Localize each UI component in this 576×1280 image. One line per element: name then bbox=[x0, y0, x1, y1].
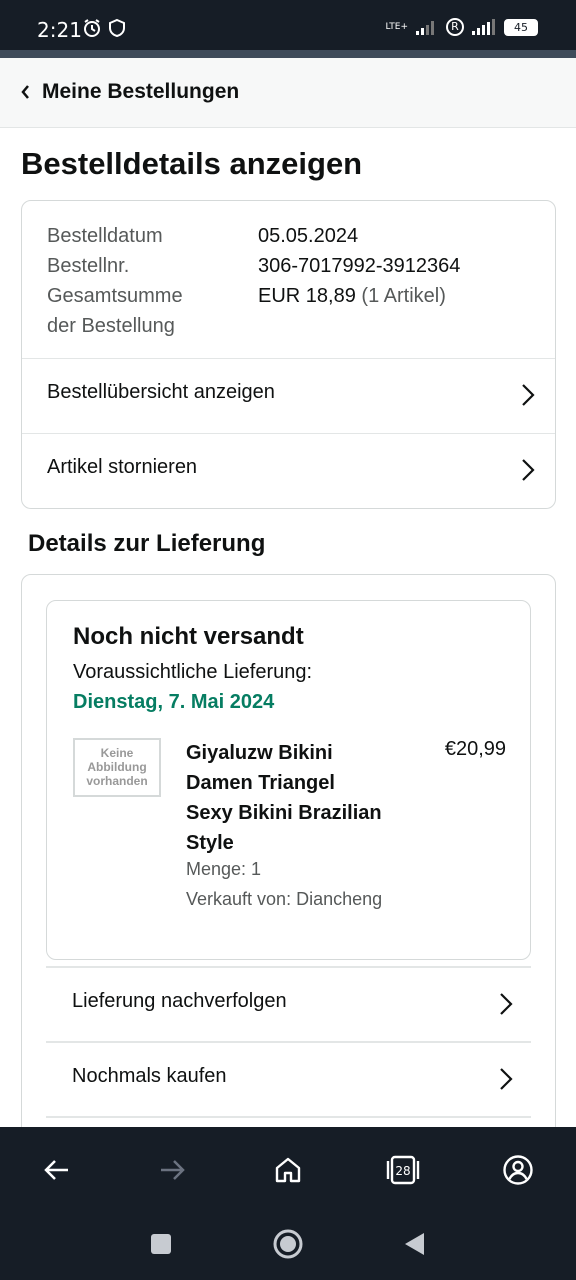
order-total-label-line1: Gesamtsumme bbox=[47, 285, 183, 307]
status-time: 2:21 bbox=[37, 18, 82, 42]
no-image-line3: vorhanden bbox=[86, 774, 148, 788]
status-bar: 2:21 LTE+ R 45 bbox=[0, 0, 576, 50]
arrow-left-icon bbox=[44, 1160, 68, 1180]
eta-date: Dienstag, 7. Mai 2024 bbox=[73, 691, 275, 713]
page-title: Bestelldetails anzeigen bbox=[21, 146, 363, 181]
track-delivery-label: Lieferung nachverfolgen bbox=[72, 990, 287, 1012]
triangle-back-icon bbox=[405, 1233, 424, 1255]
buy-again-label: Nochmals kaufen bbox=[72, 1065, 227, 1087]
chevron-right-icon bbox=[522, 384, 535, 406]
order-total-items: (1 Artikel) bbox=[361, 285, 446, 307]
order-number-row: Bestellnr. 306-7017992-3912364 bbox=[47, 251, 460, 281]
lte-indicator: LTE+ bbox=[385, 21, 409, 32]
back-label: Meine Bestellungen bbox=[42, 80, 240, 103]
order-date-value: 05.05.2024 bbox=[258, 225, 359, 247]
recents-button[interactable] bbox=[146, 1229, 176, 1259]
view-order-summary-link[interactable]: Bestellübersicht anzeigen bbox=[22, 358, 555, 433]
back-button[interactable]: Meine Bestellungen bbox=[20, 80, 239, 104]
roaming-icon: R bbox=[446, 18, 464, 36]
product-seller: Verkauft von: Diancheng bbox=[186, 889, 383, 909]
delivery-card: Noch nicht versandt Voraussichtliche Lie… bbox=[21, 574, 556, 1174]
order-number-value: 306-7017992-3912364 bbox=[258, 255, 461, 277]
alarm-icon bbox=[84, 19, 100, 37]
shipment-status: Noch nicht versandt bbox=[73, 623, 304, 650]
account-icon bbox=[503, 1155, 533, 1185]
no-image-line2: Abbildung bbox=[87, 760, 147, 774]
delivery-section-title: Details zur Lieferung bbox=[28, 530, 266, 557]
battery-indicator: 45 bbox=[504, 18, 538, 36]
browser-back-button[interactable] bbox=[39, 1152, 75, 1188]
square-icon bbox=[151, 1234, 171, 1254]
app-header: Meine Bestellungen bbox=[0, 58, 576, 128]
order-total-amount: EUR 18,89 bbox=[258, 285, 356, 307]
browser-toolbar: 28 bbox=[0, 1127, 576, 1212]
order-date-row: Bestelldatum 05.05.2024 bbox=[47, 221, 460, 251]
tabs-icon: 28 bbox=[386, 1155, 420, 1185]
status-right-icons: LTE+ R 45 bbox=[385, 18, 538, 36]
browser-account-button[interactable] bbox=[500, 1152, 536, 1188]
order-info-grid: Bestelldatum 05.05.2024 Bestellnr. 306-7… bbox=[47, 221, 460, 341]
status-left-icons bbox=[82, 18, 126, 38]
chevron-right-icon bbox=[500, 993, 513, 1015]
chevron-right-icon bbox=[522, 459, 535, 481]
order-date-label: Bestelldatum bbox=[47, 225, 163, 247]
circle-icon bbox=[273, 1229, 303, 1259]
browser-tabs-button[interactable]: 28 bbox=[385, 1152, 421, 1188]
product-quantity: Menge: 1 bbox=[186, 859, 262, 879]
status-underline bbox=[0, 50, 576, 58]
shield-icon bbox=[109, 18, 125, 38]
home-nav-button[interactable] bbox=[273, 1229, 303, 1259]
order-total-label: Gesamtsumme der Bestellung bbox=[47, 281, 258, 341]
order-total-value: EUR 18,89 (1 Artikel) bbox=[258, 281, 446, 341]
product-image-placeholder[interactable]: Keine Abbildung vorhanden bbox=[73, 738, 161, 797]
shipment-card: Noch nicht versandt Voraussichtliche Lie… bbox=[46, 600, 531, 960]
no-image-line1: Keine bbox=[100, 746, 134, 760]
cancel-items-label: Artikel stornieren bbox=[47, 456, 198, 478]
track-delivery-link[interactable]: Lieferung nachverfolgen bbox=[46, 966, 531, 1041]
order-total-label-line2: der Bestellung bbox=[47, 315, 175, 337]
order-total-row: Gesamtsumme der Bestellung EUR 18,89 (1 … bbox=[47, 281, 460, 341]
signal-icon-2 bbox=[472, 19, 495, 35]
home-icon bbox=[275, 1157, 301, 1183]
product-title[interactable]: Giyaluzw Bikini Damen Triangel Sexy Biki… bbox=[186, 738, 386, 858]
back-nav-button[interactable] bbox=[399, 1229, 429, 1259]
system-nav-bar bbox=[0, 1212, 576, 1280]
tab-count: 28 bbox=[395, 1164, 410, 1178]
browser-home-button[interactable] bbox=[270, 1152, 306, 1188]
signal-icon bbox=[416, 21, 434, 35]
product-price: €20,99 bbox=[444, 738, 506, 760]
cancel-items-link[interactable]: Artikel stornieren bbox=[22, 433, 555, 508]
arrow-right-icon bbox=[161, 1160, 185, 1180]
order-info-card: Bestelldatum 05.05.2024 Bestellnr. 306-7… bbox=[21, 200, 556, 509]
chevron-left-icon bbox=[21, 85, 29, 99]
buy-again-link[interactable]: Nochmals kaufen bbox=[46, 1041, 531, 1116]
eta-label: Voraussichtliche Lieferung: bbox=[73, 661, 313, 683]
view-order-summary-label: Bestellübersicht anzeigen bbox=[47, 381, 275, 403]
order-number-label: Bestellnr. bbox=[47, 255, 130, 277]
browser-forward-button[interactable] bbox=[154, 1152, 190, 1188]
chevron-right-icon bbox=[500, 1068, 513, 1090]
